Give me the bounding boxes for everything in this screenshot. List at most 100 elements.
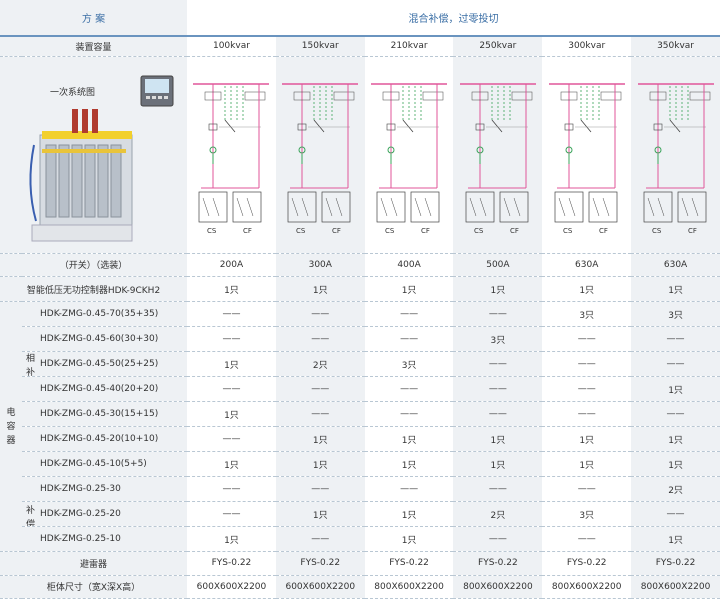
row-label: （开关）（选装） [0,253,188,277]
qty-cell: —— [542,476,632,502]
cs-label: CS [296,227,306,235]
switch-cell: 400A [364,253,454,277]
qty-cell: 2只 [631,476,720,502]
qty-cell: 1只 [187,351,276,377]
capacitor-row: HDK-ZMG-0.25-10 1只 —— 1只 —— —— 1只 [0,526,720,552]
qty-cell: —— [453,526,543,552]
switch-cell: 630A [631,253,720,277]
cs-label: CS [207,227,217,235]
switch-symbol [225,119,236,132]
qty-cell: —— [187,376,276,402]
capacitor-row: HDK-ZMG-0.45-30(15+15) 1只 —— —— —— —— —— [0,401,720,427]
qty-cell: —— [542,401,632,427]
qty-cell: —— [187,426,276,452]
qty-cell: —— [187,476,276,502]
cap-symbol [380,197,388,216]
cap-symbol [424,197,432,216]
capacitor-model: 三相补偿 HDK-ZMG-0.45-50(25+25) [22,351,188,377]
cs-box [199,191,228,222]
spec-table: 方 案 混合补偿，过零投切 装置容量 100kvar 150kvar 210kv… [0,0,720,599]
cs-box [643,191,672,222]
capacitor-row: HDK-ZMG-0.45-20(10+10) —— 1只 1只 1只 1只 1只 [0,426,720,452]
capacity-cell: 300kvar [542,36,632,57]
cabinet-cell: 800X600X2200 [542,575,632,599]
cap-symbol [390,197,398,216]
cs-box [287,191,317,222]
breaker-symbol [245,91,266,100]
qty-cell: —— [275,401,365,427]
cap-symbol [503,197,511,216]
diagram-cell: CS CF [631,56,720,254]
scheme-column-header: 方 案 [0,0,188,37]
cap-symbol [213,197,220,216]
diagram-row: 一次系统图 CS CF CS CF CS CF CS CF CS CF CS C… [0,56,720,254]
capacity-row: 装置容量 100kvar 150kvar 210kvar 250kvar 300… [0,36,720,57]
cf-box [321,191,351,222]
qty-cell: —— [364,476,454,502]
cs-label: CS [563,227,573,235]
qty-cell: —— [631,401,720,427]
switch-cell: 200A [187,253,276,277]
cabinet-cell: 800X600X2200 [631,575,720,599]
qty-cell: 1只 [542,426,632,452]
switch-cell: 300A [275,253,365,277]
qty-cell: —— [542,351,632,377]
arrester-cell: FYS-0.22 [631,551,720,576]
split-phase-label: 分相补偿 [26,502,36,527]
qty-cell: —— [187,326,276,352]
cap-symbol [691,197,698,216]
cf-label: CF [510,227,519,235]
cf-box [677,191,706,222]
single-line-diagram: CS CF [371,82,448,235]
cs-box [465,191,495,222]
breaker-symbol [689,91,710,100]
switch-cell: 630A [542,253,632,277]
qty-cell: 1只 [631,526,720,552]
capacity-cell: 210kvar [364,36,454,57]
breaker-symbol [422,91,444,100]
qty-cell: —— [631,326,720,352]
cf-label: CF [421,227,430,235]
capacitor-row: 电容器 HDK-ZMG-0.45-70(35+35) —— —— —— —— 3… [0,301,720,552]
single-line-diagram: CS CF [637,82,714,235]
qty-cell: —— [542,326,632,352]
qty-cell: —— [453,351,543,377]
qty-cell: 1只 [453,451,543,477]
arrester-cell: FYS-0.22 [453,551,543,576]
controller-device-icon [140,75,174,106]
qty-cell: 1只 [453,426,543,452]
breaker-symbol [511,91,533,100]
capacitor-model: HDK-ZMG-0.25-30 [22,476,188,502]
cs-label: CS [652,227,662,235]
cabinet-row: 柜体尺寸（宽X深X高） 600X600X2200 600X600X2200 80… [0,575,720,599]
cap-symbol [336,197,343,216]
switch-row: （开关）（选装） 200A 300A 400A 500A 630A 630A [0,253,720,277]
breaker-symbol [334,91,355,100]
qty-cell: —— [364,376,454,402]
qty-cell: 1只 [187,526,276,552]
breaker-symbol [600,91,621,100]
capacitor-row: HDK-ZMG-0.45-40(20+20) —— —— —— —— —— 1只 [0,376,720,402]
qty-cell: 3只 [453,326,543,352]
cs-label: CS [474,227,484,235]
qty-cell: —— [364,401,454,427]
cap-symbol [326,197,333,216]
capacitor-model: HDK-ZMG-0.45-60(30+30) [22,326,188,352]
qty-cell: —— [364,326,454,352]
qty-cell: —— [187,301,276,327]
cabinet-cell: 800X600X2200 [453,575,543,599]
capacity-cell: 150kvar [275,36,365,57]
capacity-cell: 100kvar [187,36,276,57]
cap-symbol [414,197,422,216]
capacitor-row: 三相补偿 HDK-ZMG-0.45-50(25+25) 1只 2只 3只 —— … [0,351,720,377]
qty-cell: 1只 [275,451,365,477]
qty-cell: —— [542,526,632,552]
qty-cell: 1只 [187,401,276,427]
controller-cell: 1只 [631,276,720,302]
capacitor-row: HDK-ZMG-0.45-10(5+5) 1只 1只 1只 1只 1只 1只 [0,451,720,477]
qty-cell: 3只 [542,501,632,527]
qty-cell: 1只 [631,376,720,402]
qty-cell: —— [453,301,543,327]
cap-symbol [602,197,609,216]
cf-label: CF [243,227,252,235]
